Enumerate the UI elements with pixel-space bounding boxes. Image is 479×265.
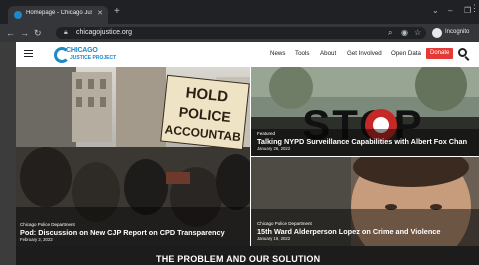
site-header: CHICAGO JUSTICE PROJECT News Tools About… (16, 42, 479, 67)
main-card-title[interactable]: Pod: Discussion on New CJP Report on CPD… (20, 228, 225, 237)
main-card-date: February 2, 2022 (20, 237, 53, 242)
donate-button[interactable]: Donate (426, 48, 454, 59)
incognito-eye-icon[interactable]: ◉ (401, 28, 408, 37)
nav-about[interactable]: About (320, 50, 336, 57)
nav-news[interactable]: News (270, 50, 285, 57)
hamburger-menu-icon[interactable] (24, 50, 33, 57)
new-tab-button[interactable]: + (114, 7, 120, 17)
lock-icon: 🔒︎ (64, 29, 68, 36)
tab-title: Homepage - Chicago Justice Pr (26, 10, 92, 16)
tab-homepage[interactable]: Homepage - Chicago Justice Pr ✕ (8, 6, 108, 24)
logo-text-line1: CHICAGO (66, 47, 98, 54)
close-tab-icon[interactable]: ✕ (97, 9, 103, 17)
browser-window: Homepage - Chicago Justice Pr ✕ + ⌄ – ❐ … (0, 0, 479, 265)
incognito-label: Incognito (445, 29, 470, 35)
nav-open-data[interactable]: Open Data (391, 50, 421, 57)
hero-card-bottom-right[interactable]: Chicago Police Department 15th Ward Alde… (251, 157, 479, 246)
tab-search-icon[interactable]: ⌄ (432, 6, 439, 15)
browser-menu-icon[interactable]: ⋮ (470, 3, 479, 14)
nav-tools[interactable]: Tools (295, 50, 309, 57)
site-favicon-icon (14, 11, 22, 19)
incognito-avatar-icon[interactable] (432, 28, 442, 38)
logo-text-line2: JUSTICE PROJECT (70, 55, 117, 61)
zoom-icon[interactable]: ⌕ (388, 28, 392, 38)
minimize-button[interactable]: – (448, 6, 452, 15)
main-card-category[interactable]: Chicago Police Department (20, 222, 75, 227)
back-arrow-icon[interactable]: ← (6, 27, 15, 39)
address-bar[interactable]: 🔒︎ chicagojustice.org ⌕ ◉ ☆ (56, 27, 426, 39)
bookmark-star-icon[interactable]: ☆ (414, 28, 421, 37)
hero-card-top-right[interactable]: STOP Featured Talking NYPD Surveillance … (251, 67, 479, 156)
url-text[interactable]: chicagojustice.org (76, 29, 132, 36)
site-logo[interactable]: CHICAGO JUSTICE PROJECT (52, 45, 122, 65)
browser-toolbar: ← → ↻ 🔒︎ chicagojustice.org ⌕ ◉ ☆ Incogn… (0, 24, 479, 42)
bottom-right-card-title[interactable]: 15th Ward Alderperson Lopez on Crime and… (257, 227, 440, 236)
hero-card-main[interactable]: HOLD POLICE ACCOUNTAB Chicago Police Dep… (16, 67, 250, 246)
nav-get-involved[interactable]: Get Involved (347, 50, 382, 57)
problem-solution-section: THE PROBLEM AND OUR SOLUTION (16, 246, 479, 265)
bottom-right-card-date: January 19, 2022 (257, 236, 291, 241)
bottom-right-card-category[interactable]: Chicago Police Department (257, 221, 312, 226)
reload-icon[interactable]: ↻ (34, 27, 42, 39)
forward-arrow-icon[interactable]: → (20, 27, 29, 39)
top-right-card-date: January 26, 2022 (257, 146, 291, 151)
search-icon[interactable] (458, 48, 467, 57)
tab-strip: Homepage - Chicago Justice Pr ✕ + ⌄ – ❐ (0, 0, 479, 24)
section-heading: THE PROBLEM AND OUR SOLUTION (156, 254, 321, 264)
protest-photo: HOLD POLICE ACCOUNTAB (16, 67, 250, 246)
web-page: CHICAGO JUSTICE PROJECT News Tools About… (16, 42, 479, 265)
top-right-card-title[interactable]: Talking NYPD Surveillance Capabilities w… (257, 137, 467, 146)
top-right-card-category[interactable]: Featured (257, 131, 275, 136)
